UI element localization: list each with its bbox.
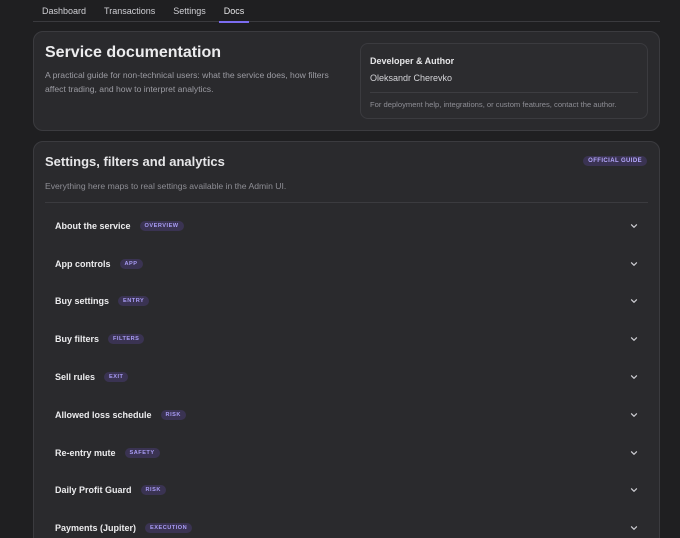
author-note: For deployment help, integrations, or cu… [370,100,617,109]
accordion-tag: EXECUTION [145,523,193,534]
accordion-tag: OVERVIEW [139,220,184,231]
chevron-down-icon[interactable] [629,296,639,306]
accordion-item-daily-profit-guard[interactable]: Daily Profit Guard RISK [45,472,648,510]
accordion-tag: APP [119,258,143,269]
tab-settings[interactable]: Settings [164,0,215,22]
official-guide-badge: OFFICIAL GUIDE [583,156,647,166]
accordion-tag: ENTRY [118,296,150,307]
author-name: Oleksandr Cherevko [370,73,453,83]
accordion-tag: FILTERS [108,334,145,345]
accordion-tag: SAFETY [124,447,160,458]
chevron-down-icon[interactable] [629,448,639,458]
accordion-tag: EXIT [104,372,129,383]
author-card: Developer & Author Oleksandr Cherevko Fo… [360,43,648,119]
accordion-item-allowed-loss[interactable]: Allowed loss schedule RISK [45,396,648,434]
chevron-down-icon[interactable] [629,372,639,382]
chevron-down-icon[interactable] [629,485,639,495]
accordion-item-app-controls[interactable]: App controls APP [45,245,648,283]
accordion-label: Allowed loss schedule [55,409,152,420]
accordion-item-sell-rules[interactable]: Sell rules EXIT [45,358,648,396]
top-nav: Dashboard Transactions Settings Docs [33,0,660,23]
chevron-down-icon[interactable] [629,334,639,344]
accordion-label: About the service [55,220,131,231]
accordion-item-about[interactable]: About the service OVERVIEW [45,207,648,245]
docs-header-card: Service documentation A practical guide … [33,31,660,131]
page-title: Service documentation [45,44,222,61]
accordion-item-buy-filters[interactable]: Buy filters FILTERS [45,320,648,358]
guide-title: Settings, filters and analytics [45,154,225,169]
accordion-label: Payments (Jupiter) [55,523,137,534]
accordion-tag: RISK [140,485,166,496]
author-heading: Developer & Author [370,56,455,66]
guide-subtitle: Everything here maps to real settings av… [45,181,287,191]
chevron-down-icon[interactable] [629,221,639,231]
accordion-tag: RISK [160,409,186,420]
accordion-item-reentry-mute[interactable]: Re-entry mute SAFETY [45,434,648,472]
tab-docs[interactable]: Docs [215,0,254,23]
accordion-label: Sell rules [55,372,96,383]
accordion-label: Buy filters [55,334,100,345]
accordion-label: Re-entry mute [55,447,116,458]
chevron-down-icon[interactable] [629,259,639,269]
guide-card: Settings, filters and analytics OFFICIAL… [33,141,660,538]
tab-dashboard[interactable]: Dashboard [33,0,95,22]
accordion-label: Daily Profit Guard [55,485,132,496]
author-divider [370,92,638,93]
accordion-label: Buy settings [55,296,110,307]
accordion-item-payments[interactable]: Payments (Jupiter) EXECUTION [45,509,648,538]
accordion-list: About the service OVERVIEW App controls … [45,207,648,538]
accordion-item-buy-settings[interactable]: Buy settings ENTRY [45,283,648,321]
accordion-label: App controls [55,258,111,269]
tab-transactions[interactable]: Transactions [95,0,164,22]
chevron-down-icon[interactable] [629,410,639,420]
page-description: A practical guide for non-technical user… [45,70,329,94]
guide-divider [45,202,648,203]
chevron-down-icon[interactable] [629,523,639,533]
